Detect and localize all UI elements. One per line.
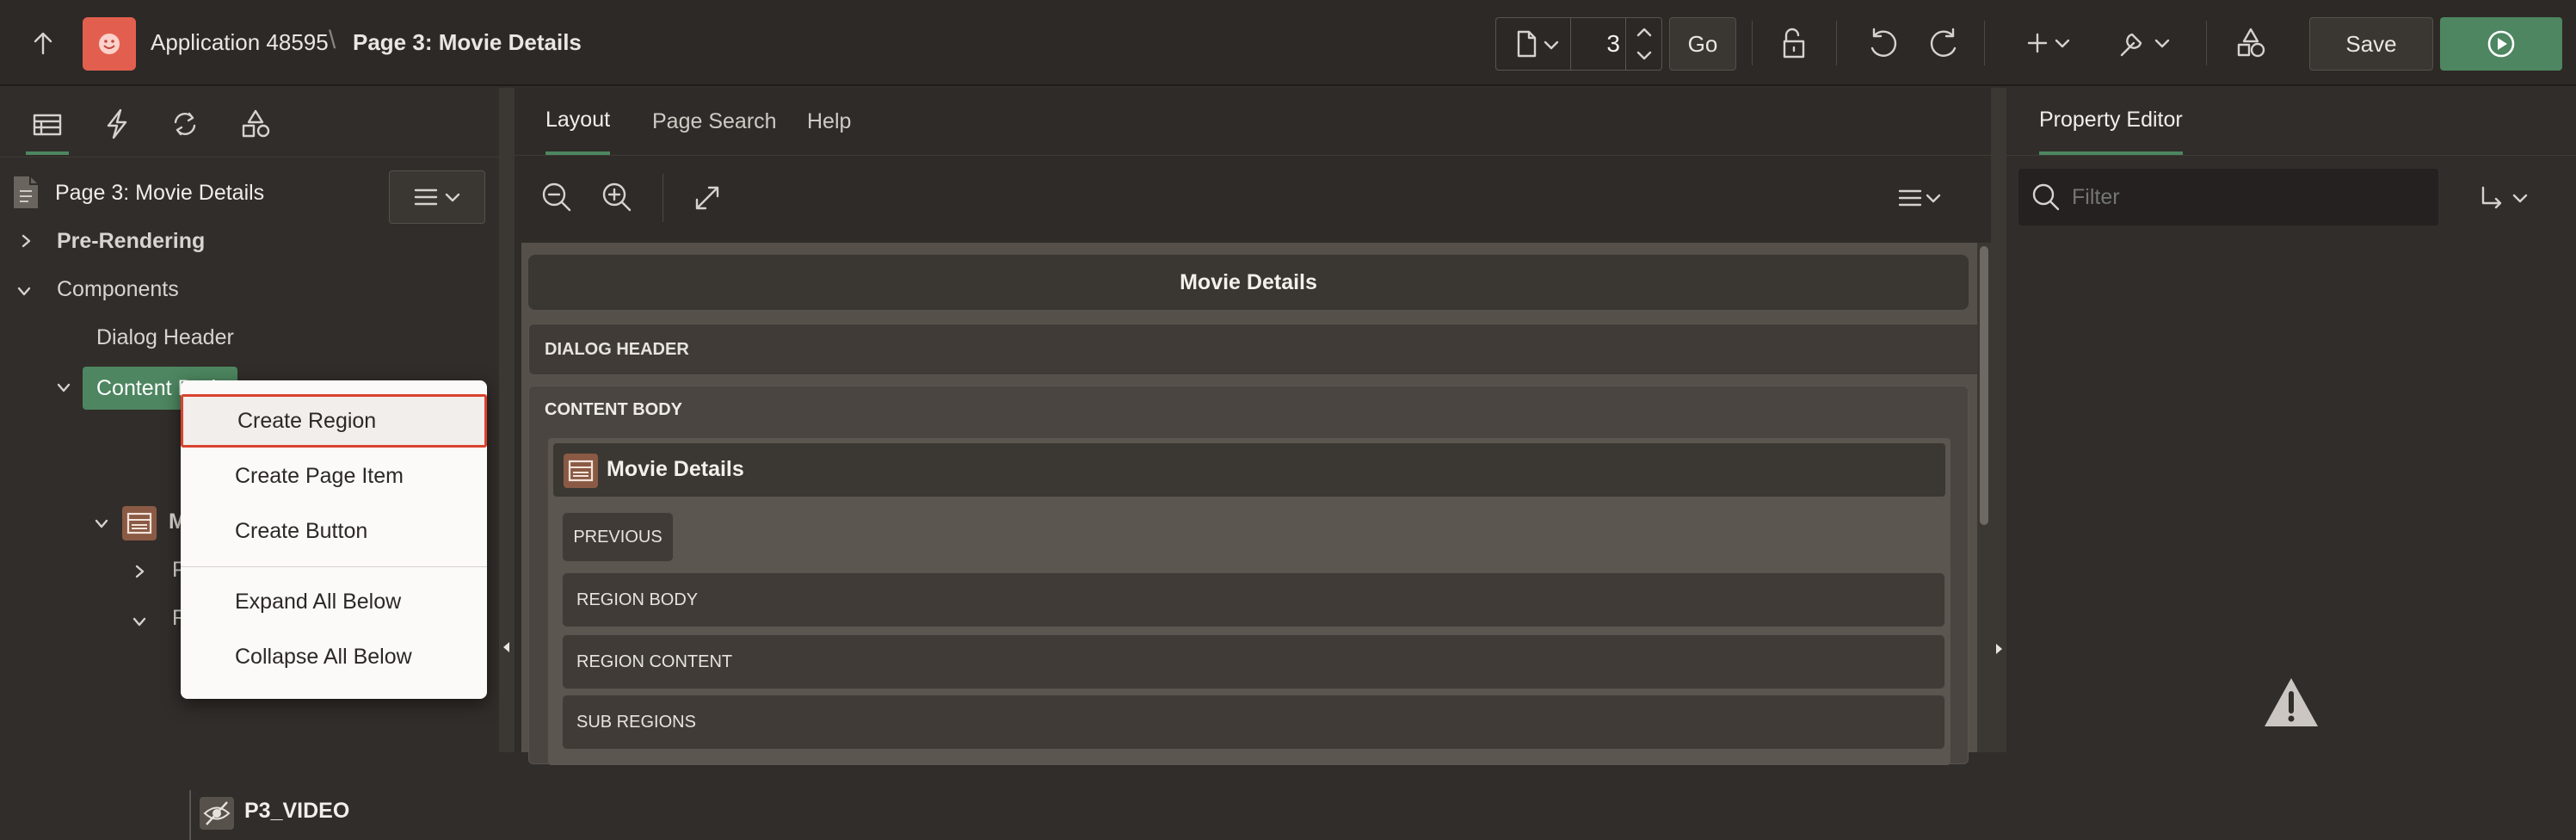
create-menu-button[interactable]: [2017, 22, 2077, 64]
filter-input[interactable]: [2070, 179, 2418, 215]
go-button[interactable]: Go: [1669, 17, 1736, 71]
save-button[interactable]: Save: [2309, 17, 2433, 71]
tree-menu-button[interactable]: [389, 170, 485, 224]
chevron-down-icon[interactable]: [15, 282, 33, 300]
redo-icon[interactable]: [1924, 22, 1965, 64]
rendering-tree-icon: [33, 114, 62, 136]
dialog-header-zone[interactable]: DIALOG HEADER: [528, 324, 1986, 375]
lock-icon[interactable]: [1774, 22, 1815, 64]
page-icon: [14, 176, 38, 208]
search-icon: [2032, 183, 2060, 211]
warning-icon: [2265, 678, 2318, 726]
menu-item-create-region[interactable]: Create Region: [181, 394, 487, 448]
chevron-right-icon[interactable]: [17, 232, 34, 250]
content-body-label: CONTENT BODY: [545, 400, 682, 419]
tab-help[interactable]: Help: [807, 88, 851, 155]
breadcrumb-separator: \: [329, 26, 336, 54]
plus-icon: [2027, 33, 2070, 53]
collapse-left-icon: [503, 642, 509, 652]
processing-icon[interactable]: [163, 105, 206, 143]
right-splitter[interactable]: [1991, 88, 2006, 752]
zoom-in-icon[interactable]: [599, 179, 637, 217]
tab-property-editor[interactable]: Property Editor: [2039, 88, 2183, 155]
filter-field[interactable]: [2018, 169, 2438, 225]
page-name: Page 3: Movie Details: [353, 29, 582, 55]
arrow-up-icon: [34, 32, 52, 55]
menu-item-expand-all-below[interactable]: Expand All Below: [181, 575, 487, 628]
collapse-right-icon: [1996, 644, 2002, 654]
previous-zone[interactable]: PREVIOUS: [562, 512, 674, 562]
region-icon: [122, 506, 157, 540]
region-block[interactable]: Movie Details PREVIOUS REGION BODY REGIO…: [548, 438, 1950, 765]
sub-regions-label: SUB REGIONS: [576, 712, 696, 732]
tree-page-title[interactable]: Page 3: Movie Details: [55, 181, 264, 206]
region-header: Movie Details: [553, 443, 1945, 497]
region-body-label: REGION BODY: [576, 590, 699, 609]
layout-canvas: Movie Details DIALOG HEADER CONTENT BODY…: [521, 243, 1986, 765]
expand-icon[interactable]: [688, 179, 726, 217]
tree-guide-line: [189, 790, 191, 840]
left-splitter[interactable]: [499, 88, 515, 752]
region-icon: [564, 454, 598, 488]
layout-menu-button[interactable]: [1891, 179, 1951, 217]
smiley-icon: [99, 34, 120, 54]
tree-item-dialog-header[interactable]: Dialog Header: [96, 325, 234, 350]
region-body-zone[interactable]: REGION BODY: [562, 572, 1945, 627]
page-selector[interactable]: 3: [1495, 17, 1662, 71]
dialog-title-bar: Movie Details: [528, 255, 1969, 310]
region-title: Movie Details: [607, 457, 744, 481]
menu-item-create-button[interactable]: Create Button: [181, 504, 487, 558]
page-number-input[interactable]: 3: [1586, 30, 1620, 58]
dynamic-actions-icon[interactable]: [96, 105, 139, 143]
wrench-icon: [2120, 33, 2170, 57]
app-name-link[interactable]: Application 48595: [151, 29, 329, 56]
up-arrow-button[interactable]: [26, 26, 60, 60]
chevron-down-icon[interactable]: [131, 613, 148, 630]
tree-item-components[interactable]: Components: [57, 277, 179, 302]
chevron-down-icon[interactable]: [55, 379, 72, 396]
region-content-zone[interactable]: REGION CONTENT: [562, 634, 1945, 689]
chevron-down-icon[interactable]: [93, 515, 110, 532]
chevron-down-icon: [1544, 40, 1559, 50]
go-to-group-button[interactable]: [2471, 179, 2540, 217]
utilities-menu-button[interactable]: [2111, 22, 2177, 64]
scrollbar-thumb[interactable]: [1980, 246, 1988, 525]
stepper-icon[interactable]: [1627, 18, 1661, 70]
app-icon: [83, 17, 136, 71]
tree-item-p3-video[interactable]: P3_VIDEO: [244, 799, 349, 824]
top-toolbar: Application 48595 \ Page 3: Movie Detail…: [0, 0, 2576, 86]
menu-divider: [181, 566, 487, 567]
tab-page-search[interactable]: Page Search: [652, 88, 777, 155]
region-content-label: REGION CONTENT: [576, 652, 733, 671]
context-menu: Create Region Create Page Item Create Bu…: [181, 380, 487, 699]
menu-item-collapse-all-below[interactable]: Collapse All Below: [181, 630, 487, 683]
run-page-button[interactable]: [2440, 17, 2562, 71]
play-icon: [2487, 30, 2515, 58]
tab-rendering[interactable]: [26, 105, 69, 155]
arrow-return-icon: [2481, 186, 2528, 209]
zoom-out-icon[interactable]: [539, 179, 576, 217]
hamburger-chevron-icon: [414, 188, 460, 206]
chevron-right-icon[interactable]: [131, 563, 148, 580]
dialog-title: Movie Details: [1180, 269, 1317, 294]
hamburger-chevron-icon: [1898, 189, 1941, 207]
right-pane: Property Editor: [2006, 88, 2576, 752]
shared-components-tab-icon[interactable]: [234, 105, 277, 143]
sub-regions-zone[interactable]: SUB REGIONS: [562, 695, 1945, 750]
dialog-header-label: DIALOG HEADER: [545, 339, 689, 359]
tree-item-pre-rendering[interactable]: Pre-Rendering: [57, 229, 205, 254]
undo-icon[interactable]: [1862, 22, 1903, 64]
canvas-scrollbar[interactable]: [1977, 243, 1991, 752]
menu-item-create-page-item[interactable]: Create Page Item: [181, 449, 487, 503]
content-body-zone[interactable]: CONTENT BODY Movie Details PREVIOUS REGI…: [528, 386, 1969, 765]
center-pane: Layout Page Search Help Movie Details DI…: [515, 88, 1991, 765]
shared-components-icon[interactable]: [2230, 22, 2271, 64]
hidden-item-icon: [200, 797, 234, 830]
previous-label: PREVIOUS: [573, 527, 662, 547]
tab-layout[interactable]: Layout: [545, 88, 611, 155]
page-icon: [1517, 30, 1537, 58]
